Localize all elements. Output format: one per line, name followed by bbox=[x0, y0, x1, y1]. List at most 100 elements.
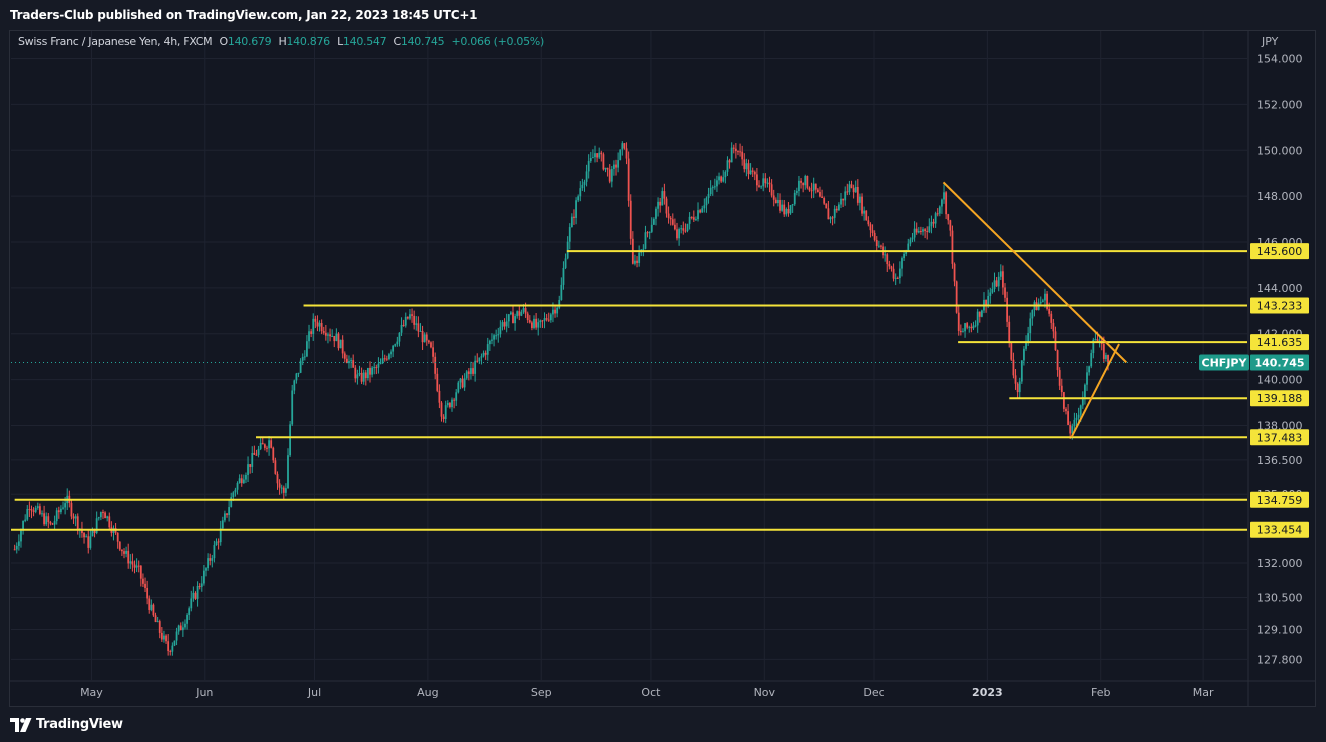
candle-body bbox=[833, 208, 836, 218]
level-price-label: 141.635 bbox=[1257, 336, 1303, 349]
candle-body bbox=[406, 316, 409, 319]
candle-body bbox=[978, 311, 981, 317]
candle-body bbox=[83, 533, 85, 538]
candle-body bbox=[854, 186, 857, 193]
candle-body bbox=[415, 323, 418, 325]
price-tick-label: 150.000 bbox=[1257, 144, 1303, 157]
candle-body bbox=[819, 192, 821, 197]
candle-body bbox=[558, 299, 561, 308]
candle-body bbox=[228, 507, 231, 515]
candle-body bbox=[181, 627, 184, 631]
candle-body bbox=[686, 223, 689, 231]
candle-body bbox=[24, 519, 27, 521]
symbol-description: Swiss Franc / Japanese Yen, 4h, FXCM bbox=[18, 35, 213, 48]
price-tick-label: 144.000 bbox=[1257, 282, 1303, 295]
candle-body bbox=[724, 171, 727, 178]
candle-body bbox=[1086, 372, 1088, 385]
time-tick-label: Nov bbox=[754, 686, 776, 699]
candle-body bbox=[108, 516, 111, 528]
candle-body bbox=[255, 454, 258, 456]
candle-body bbox=[301, 356, 304, 361]
candle-body bbox=[831, 217, 834, 219]
candle-body bbox=[535, 318, 538, 328]
time-tick-label: Feb bbox=[1091, 686, 1110, 699]
candle-body bbox=[247, 464, 249, 475]
candle-body bbox=[245, 474, 247, 480]
candle-body bbox=[186, 614, 188, 624]
candle-body bbox=[306, 341, 308, 357]
candle-body bbox=[737, 151, 739, 153]
candle-body bbox=[886, 254, 889, 265]
candle-body bbox=[167, 641, 170, 652]
candle-body bbox=[310, 331, 313, 334]
candle-body bbox=[175, 631, 178, 641]
candle-body bbox=[484, 352, 487, 355]
price-tick-label: 132.000 bbox=[1257, 557, 1303, 570]
candle-body bbox=[1050, 313, 1053, 323]
candle-body bbox=[1069, 424, 1072, 434]
candle-body bbox=[177, 625, 180, 632]
tradingview-brand[interactable]: TradingView bbox=[10, 717, 123, 732]
candle-body bbox=[596, 153, 598, 158]
chart-canvas[interactable]: 154.000152.000150.000148.000146.000144.0… bbox=[0, 0, 1326, 742]
candle-body bbox=[959, 330, 962, 333]
candle-body bbox=[451, 399, 453, 408]
candle-body bbox=[707, 194, 710, 199]
last-price-label: 140.745 bbox=[1254, 356, 1304, 369]
candle-body bbox=[30, 509, 33, 511]
candle-body bbox=[367, 367, 369, 379]
candle-body bbox=[375, 367, 378, 369]
candle-body bbox=[955, 281, 958, 313]
candle-body bbox=[697, 210, 699, 220]
candle-body bbox=[753, 171, 756, 175]
candle-body bbox=[877, 245, 880, 247]
change-value: +0.066 (+0.05%) bbox=[451, 35, 545, 48]
candle-body bbox=[1079, 405, 1082, 415]
candle-body bbox=[135, 565, 138, 568]
candle-body bbox=[749, 170, 752, 175]
candlestick-series bbox=[13, 141, 1109, 656]
candle-body bbox=[142, 578, 144, 584]
candle-body bbox=[205, 568, 207, 571]
candle-body bbox=[1023, 348, 1025, 361]
candle-body bbox=[55, 510, 58, 522]
candle-body bbox=[909, 239, 912, 244]
candle-body bbox=[669, 217, 672, 220]
candle-body bbox=[272, 447, 275, 461]
candle-body bbox=[716, 180, 718, 187]
candle-body bbox=[1077, 414, 1080, 418]
trend-line bbox=[942, 181, 1128, 364]
candle-body bbox=[480, 356, 483, 358]
candle-body bbox=[373, 367, 376, 369]
candle-body bbox=[209, 558, 212, 561]
candle-body bbox=[838, 204, 840, 211]
candle-body bbox=[57, 510, 60, 513]
candle-body bbox=[379, 363, 382, 365]
candle-body bbox=[1048, 308, 1051, 314]
candle-body bbox=[331, 336, 334, 338]
candle-body bbox=[779, 200, 781, 211]
candle-body bbox=[72, 516, 75, 519]
candle-body bbox=[137, 565, 140, 567]
candle-body bbox=[289, 424, 292, 456]
candle-body bbox=[531, 322, 533, 328]
candle-body bbox=[747, 163, 750, 175]
candle-body bbox=[945, 192, 948, 215]
candle-body bbox=[364, 372, 367, 379]
candle-body bbox=[1004, 287, 1006, 298]
candle-body bbox=[709, 187, 712, 195]
candle-body bbox=[928, 226, 931, 232]
candle-body bbox=[880, 245, 882, 247]
grid-lines bbox=[11, 31, 1247, 680]
candle-body bbox=[152, 604, 155, 616]
candle-body bbox=[327, 334, 329, 336]
candle-body bbox=[739, 151, 741, 153]
candle-body bbox=[957, 312, 960, 331]
candle-body bbox=[842, 198, 845, 201]
time-tick-label: Oct bbox=[641, 686, 661, 699]
candle-body bbox=[316, 321, 319, 327]
candle-body bbox=[896, 277, 899, 279]
candle-body bbox=[652, 218, 655, 225]
time-tick-label: Mar bbox=[1193, 686, 1214, 699]
candle-body bbox=[1044, 293, 1046, 301]
